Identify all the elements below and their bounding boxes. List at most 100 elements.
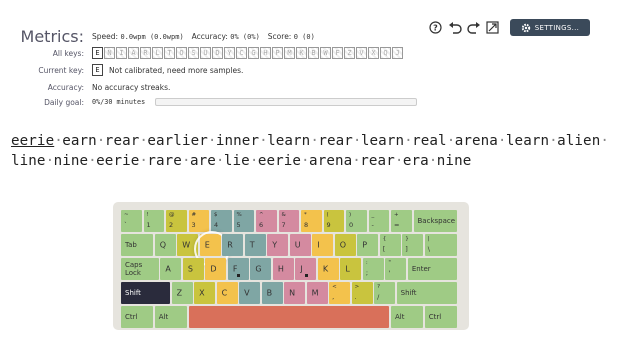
- key-label: Y: [272, 240, 278, 250]
- all-keys-key: Q: [380, 47, 391, 59]
- key-alt[interactable]: Alt: [154, 305, 187, 328]
- space-dot: ·: [215, 153, 225, 169]
- key-alt[interactable]: Alt: [391, 305, 424, 328]
- key-shift-label: }: [405, 235, 409, 242]
- key-1[interactable]: ! 1: [143, 210, 165, 233]
- key-7[interactable]: & 7: [278, 210, 300, 233]
- key-s[interactable]: S: [182, 257, 204, 281]
- key-shift-label: #: [191, 212, 197, 218]
- key--[interactable]: ? /: [374, 281, 396, 305]
- key--[interactable]: :;: [362, 257, 384, 281]
- key-u[interactable]: U: [289, 233, 311, 257]
- lesson-text-line-1[interactable]: eerie·earn·rear·earlier·inner·learn·rear…: [11, 133, 609, 149]
- space-dot: ·: [549, 133, 558, 149]
- settings-button[interactable]: SETTINGS...: [510, 19, 590, 36]
- fullscreen-icon[interactable]: [485, 20, 500, 35]
- key-label: Enter: [411, 264, 431, 273]
- key-v[interactable]: V: [239, 281, 261, 305]
- key-z[interactable]: Z: [171, 281, 193, 305]
- all-keys-key: J: [392, 47, 403, 59]
- key-i[interactable]: I: [312, 233, 334, 257]
- key-y[interactable]: Y: [267, 233, 289, 257]
- key-9[interactable]: (9: [323, 210, 345, 233]
- key-n[interactable]: N: [284, 281, 306, 305]
- space-dot: ·: [181, 153, 191, 169]
- key-l[interactable]: L: [340, 257, 362, 281]
- lesson-word: rear: [360, 153, 395, 169]
- lesson-word: eerie: [96, 153, 140, 169]
- key-r[interactable]: R: [222, 233, 244, 257]
- key-label: K: [322, 264, 329, 274]
- lesson-text-line-2[interactable]: line·nine·eerie·rare·are·lie·eerie·arena…: [11, 153, 471, 169]
- key-d[interactable]: D: [205, 257, 227, 281]
- key-2[interactable]: @2: [166, 210, 187, 233]
- key-o[interactable]: O: [334, 233, 356, 257]
- key-label: F: [232, 264, 238, 274]
- key-q[interactable]: Q: [154, 233, 176, 257]
- key--[interactable]: + =: [391, 210, 412, 233]
- key-label: 5: [236, 221, 241, 230]
- key-shift[interactable]: Shift: [396, 281, 457, 305]
- key--[interactable]: {[: [379, 233, 401, 257]
- space-dot: ·: [88, 153, 97, 169]
- space-dot: ·: [394, 153, 404, 169]
- key-label: 4: [214, 221, 219, 230]
- key--[interactable]: _ -: [368, 210, 390, 233]
- score-label: Score:: [267, 31, 292, 41]
- key-enter[interactable]: Enter: [407, 257, 457, 281]
- undo-icon[interactable]: [447, 20, 462, 35]
- key--[interactable]: ~ `: [121, 210, 142, 233]
- key-shift-label: |: [427, 235, 430, 242]
- key-5[interactable]: % 5: [233, 210, 255, 233]
- key-label: D: [210, 264, 217, 274]
- lesson-word: nine: [53, 153, 89, 169]
- key-tab[interactable]: Tab: [121, 233, 154, 257]
- lesson-word: inner: [215, 133, 260, 149]
- key-label: ]: [405, 245, 408, 254]
- daily-goal-progress-bar: [155, 98, 418, 106]
- key--[interactable]: }]: [402, 233, 424, 257]
- key-4[interactable]: $4: [211, 210, 232, 233]
- key-x[interactable]: X: [194, 281, 216, 305]
- key-j[interactable]: J: [295, 257, 317, 281]
- key-a[interactable]: A: [160, 257, 182, 281]
- key--[interactable]: " ': [385, 257, 407, 281]
- key-ctrl[interactable]: Ctrl: [424, 305, 457, 328]
- key-k[interactable]: K: [317, 257, 339, 281]
- redo-icon[interactable]: [466, 20, 481, 35]
- key-backspace[interactable]: Backspace: [413, 210, 457, 233]
- key-t[interactable]: T: [244, 233, 266, 257]
- key-3[interactable]: #3: [188, 210, 210, 233]
- space-dot: ·: [249, 153, 259, 169]
- key-label: 7: [281, 221, 286, 230]
- key-caps-lock[interactable]: Caps Lock: [121, 257, 159, 281]
- key-0[interactable]: ) 0: [346, 210, 367, 233]
- key-m[interactable]: M: [306, 281, 328, 305]
- key--[interactable]: | \: [424, 233, 457, 257]
- key-8[interactable]: * 8: [301, 210, 322, 233]
- key-shift-label: @: [169, 212, 175, 218]
- lesson-word: are: [189, 153, 216, 169]
- all-keys-key: V: [356, 47, 367, 59]
- key-shift[interactable]: Shift: [121, 281, 171, 305]
- key--[interactable]: <,: [329, 281, 351, 305]
- key-label: O: [339, 240, 347, 250]
- key-label: 0: [349, 221, 354, 230]
- space-dot: ·: [352, 133, 362, 149]
- help-icon[interactable]: ?: [428, 20, 443, 35]
- lesson-word: eerie: [11, 133, 55, 149]
- key-shift-label: *: [304, 212, 307, 218]
- key-c[interactable]: C: [216, 281, 238, 305]
- key-h[interactable]: H: [272, 257, 294, 281]
- lesson-word: real: [412, 133, 447, 149]
- key--[interactable]: >.: [351, 281, 373, 305]
- key-g[interactable]: G: [250, 257, 272, 281]
- lesson-word: earlier: [147, 133, 208, 149]
- key-f[interactable]: F: [227, 257, 249, 281]
- key-p[interactable]: P: [357, 233, 379, 257]
- key-space[interactable]: [188, 305, 390, 328]
- key-6[interactable]: ^ 6: [256, 210, 277, 233]
- all-keys-key: C: [236, 47, 247, 59]
- key-b[interactable]: B: [261, 281, 283, 305]
- key-ctrl[interactable]: Ctrl: [121, 305, 154, 328]
